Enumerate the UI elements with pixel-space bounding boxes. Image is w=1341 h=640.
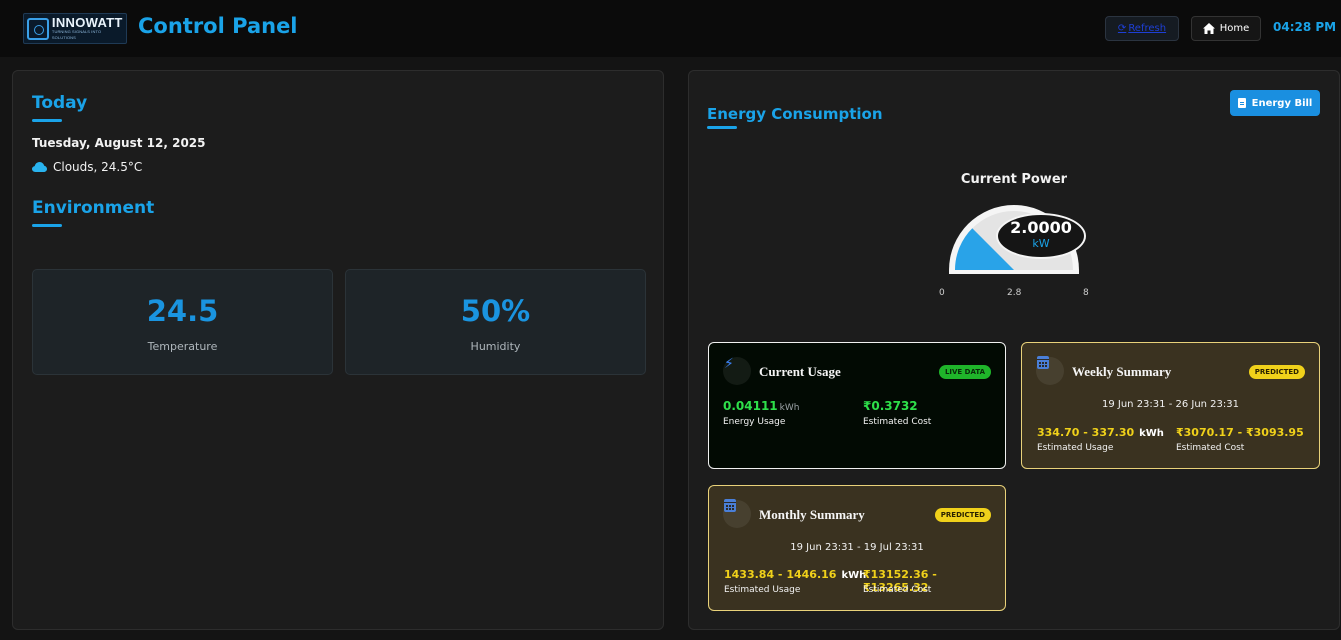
environment-underline — [32, 224, 62, 227]
refresh-label: Refresh — [1128, 23, 1167, 34]
lightning-bolt-icon: ⚡ — [724, 356, 734, 372]
weather-text: Clouds, 24.5°C — [53, 160, 143, 174]
refresh-icon: ⟳ — [1117, 23, 1127, 34]
temperature-value: 24.5 — [146, 294, 219, 328]
current-date: Tuesday, August 12, 2025 — [32, 136, 206, 150]
monthly-usage-value: 1433.84 - 1446.16 kWh — [724, 568, 866, 581]
energy-usage-label: Energy Usage — [723, 417, 786, 427]
cloud-icon — [32, 162, 47, 172]
calendar-icon — [1037, 356, 1049, 369]
gauge-mid-label: 2.8 — [1007, 288, 1022, 298]
gauge-value: 2.0000 — [1010, 218, 1072, 237]
monthly-usage-number: 1433.84 - 1446.16 — [724, 568, 837, 581]
gauge-min-label: 0 — [939, 288, 945, 298]
weekly-summary-card: Weekly Summary PREDICTED 19 Jun 23:31 - … — [1021, 342, 1320, 469]
current-usage-card: ⚡ Current Usage LIVE DATA 0.04111 kWh Ene… — [708, 342, 1006, 469]
temperature-card: 24.5 Temperature — [32, 269, 333, 375]
gauge-max-label: 8 — [1083, 288, 1089, 298]
environment-heading: Environment — [32, 198, 155, 218]
gauge-readout: 2.0000 kW — [996, 213, 1086, 259]
monthly-cost-label: Estimated Cost — [863, 585, 932, 595]
estimated-cost-label: Estimated Cost — [863, 417, 932, 427]
energy-usage-number: 0.04111 — [723, 399, 778, 413]
humidity-label: Humidity — [470, 340, 521, 353]
current-power-title: Current Power — [960, 172, 1068, 187]
predicted-badge: PREDICTED — [934, 508, 991, 522]
monthly-summary-card: Monthly Summary PREDICTED 19 Jun 23:31 -… — [708, 485, 1006, 611]
energy-bill-label: Energy Bill — [1251, 97, 1313, 109]
home-icon — [1202, 23, 1215, 34]
logo-text: INNOWATT TURNING SIGNALS INTO SOLUTIONS — [52, 16, 126, 41]
humidity-value: 50% — [460, 294, 531, 328]
page-title: Control Panel — [138, 14, 298, 38]
refresh-button[interactable]: ⟳ Refresh — [1105, 16, 1179, 41]
energy-usage-value: 0.04111 kWh — [723, 399, 799, 413]
current-usage-title: Current Usage — [759, 364, 841, 379]
innowatt-logo[interactable]: INNOWATT TURNING SIGNALS INTO SOLUTIONS — [23, 13, 127, 44]
energy-usage-unit: kWh — [779, 403, 800, 413]
temperature-label: Temperature — [147, 340, 218, 353]
monthly-summary-title: Monthly Summary — [759, 507, 865, 522]
document-icon — [1237, 98, 1246, 108]
energy-underline — [707, 126, 737, 129]
monthly-usage-label: Estimated Usage — [724, 585, 801, 595]
monthly-date-range: 19 Jun 23:31 - 19 Jul 23:31 — [790, 542, 924, 553]
energy-heading: Energy Consumption — [707, 105, 883, 123]
weekly-date-range: 19 Jun 23:31 - 26 Jun 23:31 — [1101, 399, 1240, 410]
weekly-usage-number: 334.70 - 337.30 — [1037, 426, 1135, 439]
energy-bill-button[interactable]: Energy Bill — [1230, 90, 1320, 116]
logo-chip-icon — [27, 17, 49, 40]
live-data-badge: LIVE DATA — [938, 365, 991, 379]
current-time: 04:28 PM — [1273, 20, 1337, 34]
humidity-card: 50% Humidity — [345, 269, 646, 375]
today-panel: Today Tuesday, August 12, 2025 Clouds, 2… — [12, 70, 664, 630]
gauge-unit: kW — [1032, 237, 1050, 250]
weather-info: Clouds, 24.5°C — [32, 160, 142, 174]
energy-panel: Energy Consumption Energy Bill Current P… — [688, 70, 1340, 630]
weekly-usage-value: 334.70 - 337.30 kWh — [1037, 426, 1164, 439]
weekly-usage-unit: kWh — [1139, 428, 1164, 439]
logo-name: INNOWATT — [51, 15, 123, 30]
top-header: INNOWATT TURNING SIGNALS INTO SOLUTIONS … — [0, 0, 1341, 57]
predicted-badge: PREDICTED — [1248, 365, 1305, 379]
home-button[interactable]: Home — [1191, 16, 1261, 41]
estimated-cost-value: ₹0.3732 — [863, 399, 918, 413]
weekly-summary-title: Weekly Summary — [1072, 364, 1172, 379]
logo-tagline: TURNING SIGNALS INTO SOLUTIONS — [51, 29, 102, 40]
today-heading: Today — [32, 93, 88, 113]
weekly-usage-label: Estimated Usage — [1037, 443, 1114, 453]
calendar-icon — [724, 499, 736, 512]
home-label: Home — [1219, 23, 1250, 34]
today-underline — [32, 119, 62, 122]
weekly-cost-label: Estimated Cost — [1176, 443, 1245, 453]
weekly-cost-value: ₹3070.17 - ₹3093.95 — [1176, 426, 1304, 439]
